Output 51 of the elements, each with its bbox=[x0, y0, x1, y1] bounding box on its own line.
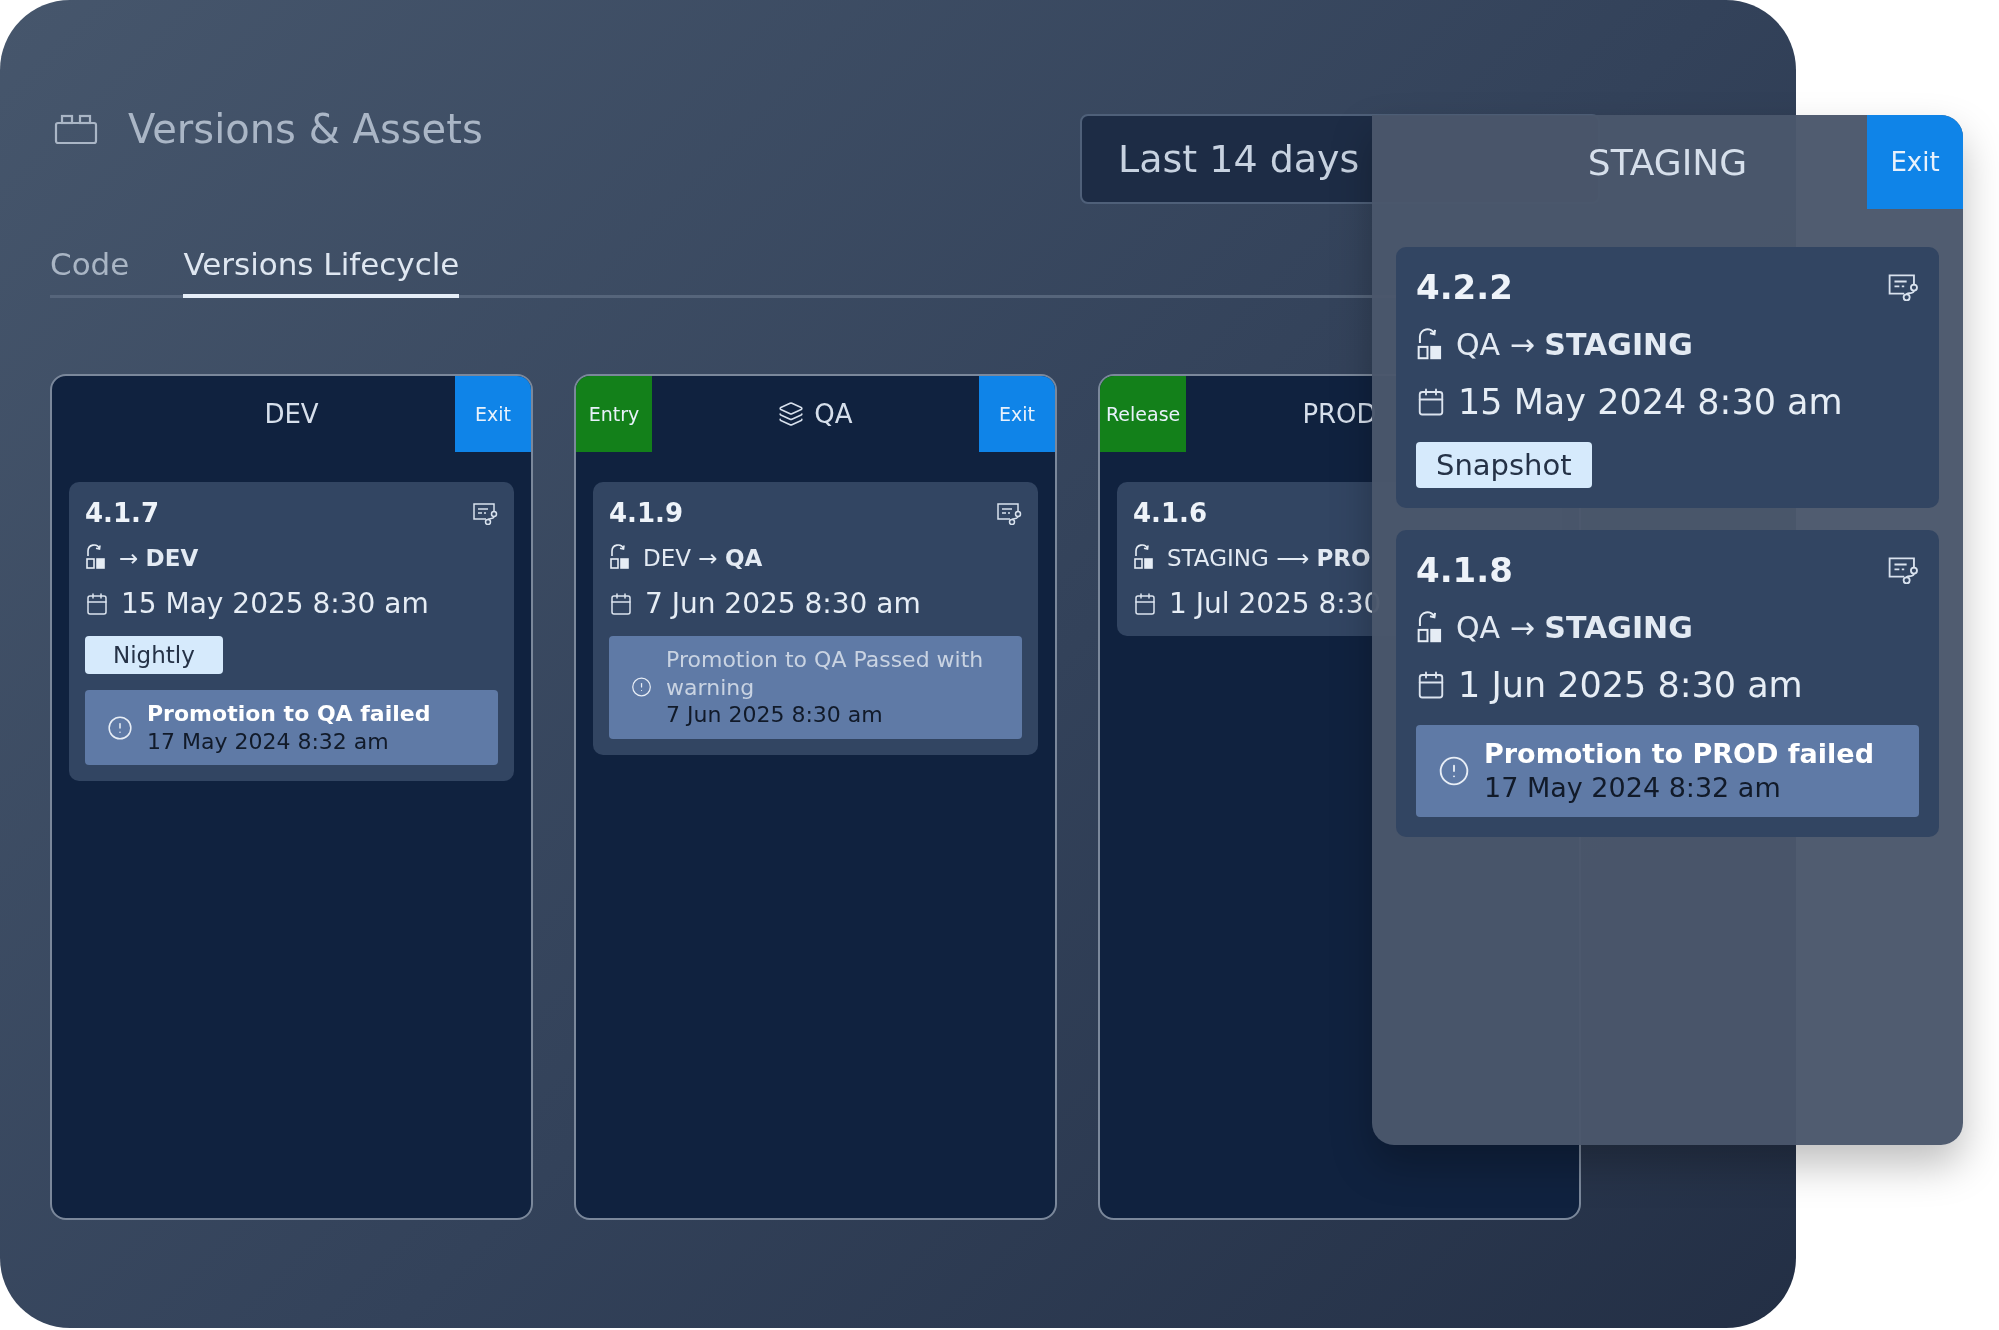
version-tag: Nightly bbox=[85, 636, 223, 674]
promote-icon bbox=[1416, 610, 1444, 645]
version-card[interactable]: 4.2.2 QA → STAGING 15 May 2024 8:30 am Snapshot bbox=[1396, 247, 1939, 508]
notes-icon[interactable] bbox=[1887, 273, 1919, 301]
version-number: 4.2.2 bbox=[1416, 267, 1514, 307]
version-date: 1 Jun 2025 8:30 am bbox=[1458, 665, 1803, 705]
calendar-icon bbox=[85, 591, 109, 616]
promote-icon bbox=[85, 544, 107, 571]
calendar-icon bbox=[1133, 591, 1157, 616]
alert-message: Promotion to PROD failed bbox=[1484, 737, 1874, 771]
calendar-icon bbox=[1416, 387, 1446, 417]
alert-message: Promotion to QA failed bbox=[147, 700, 431, 728]
stage-transition: DEV → QA bbox=[643, 544, 763, 571]
alert-time: 7 Jun 2025 8:30 am bbox=[666, 701, 884, 729]
alert-icon bbox=[1438, 754, 1470, 787]
stage-name: QA bbox=[814, 399, 853, 429]
tab[interactable]: Code bbox=[50, 246, 130, 298]
version-card[interactable]: 4.1.8 QA → STAGING 1 Jun 2025 8:30 am Promotion to PROD failed 17 May 2024 8:32 am bbox=[1396, 530, 1939, 837]
bricks-icon bbox=[54, 113, 98, 145]
version-date: 15 May 2024 8:30 am bbox=[1458, 382, 1843, 422]
stage-name: PROD bbox=[1302, 399, 1377, 429]
version-date: 7 Jun 2025 8:30 am bbox=[645, 587, 921, 620]
page-title: Versions & Assets bbox=[128, 106, 483, 152]
version-number: 4.1.6 bbox=[1133, 498, 1209, 528]
tab[interactable]: Versions Lifecycle bbox=[183, 246, 460, 298]
notes-icon[interactable] bbox=[1887, 556, 1919, 584]
alert-time: 17 May 2024 8:32 am bbox=[1484, 770, 1782, 805]
notes-icon[interactable] bbox=[472, 501, 498, 525]
alert-message: Promotion to QA Passed with warning bbox=[666, 646, 985, 701]
version-tag: Snapshot bbox=[1416, 442, 1592, 488]
stage-transition: → DEV bbox=[119, 544, 199, 571]
alert-time: 17 May 2024 8:32 am bbox=[147, 727, 390, 755]
version-date: 15 May 2025 8:30 am bbox=[121, 587, 429, 620]
version-card[interactable]: 4.1.7 → DEV 15 May 2025 8:30 am Nightly Promotion to QA failed 17 May 2024 8:32 am bbox=[69, 482, 514, 781]
promote-icon bbox=[609, 544, 631, 571]
notes-icon[interactable] bbox=[996, 501, 1022, 525]
version-number: 4.1.8 bbox=[1416, 550, 1514, 590]
stage-name: DEV bbox=[264, 399, 319, 429]
promote-icon bbox=[1416, 327, 1444, 362]
stage-transition: QA → STAGING bbox=[1456, 327, 1693, 362]
version-number: 4.1.9 bbox=[609, 498, 685, 528]
stage-badge[interactable]: Release bbox=[1100, 376, 1187, 452]
stage-badge[interactable]: Entry bbox=[576, 376, 652, 452]
promote-icon bbox=[1133, 544, 1155, 571]
calendar-icon bbox=[1416, 670, 1446, 700]
version-card[interactable]: 4.1.9 DEV → QA 7 Jun 2025 8:30 am Promotion to QA Passed with warning 7 Jun 2025 8:30 am bbox=[593, 482, 1038, 755]
version-number: 4.1.7 bbox=[85, 498, 161, 528]
version-date: 1 Jul 2025 8:30 bbox=[1169, 587, 1382, 620]
stage-transition: STAGING ⟶ PRO bbox=[1167, 544, 1371, 571]
calendar-icon bbox=[609, 591, 633, 616]
alert-icon bbox=[107, 714, 133, 741]
